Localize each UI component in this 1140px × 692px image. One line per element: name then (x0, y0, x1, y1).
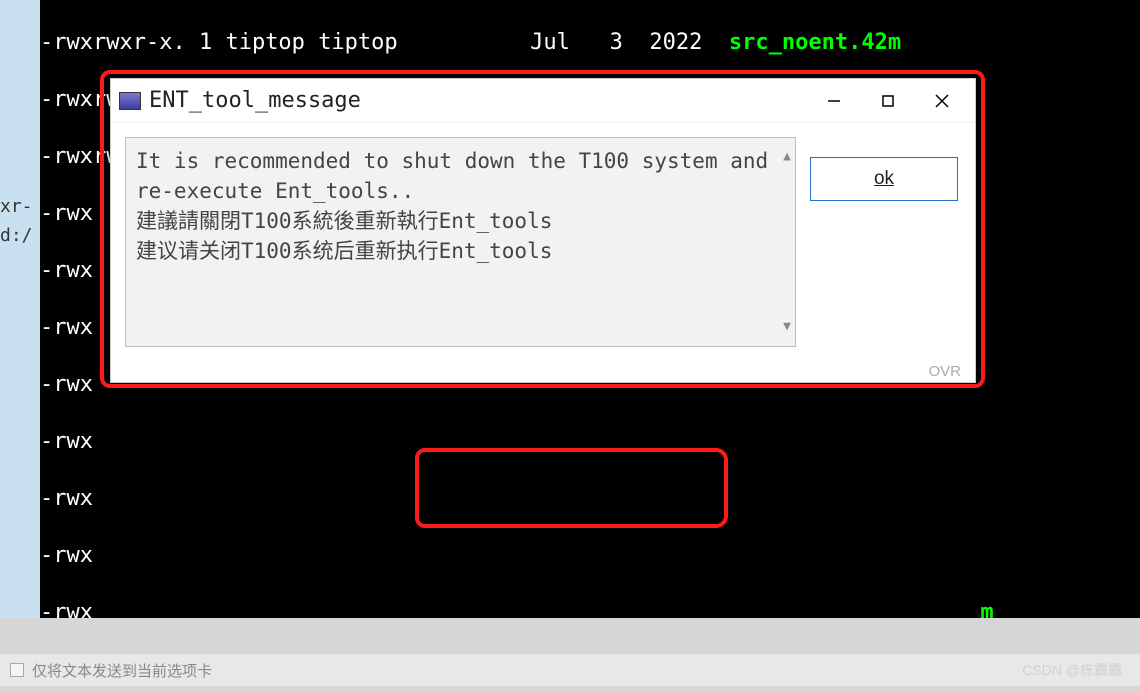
ls-row: -rwx (40, 485, 1140, 514)
send-text-checkbox[interactable] (10, 663, 24, 677)
scroll-up-icon[interactable]: ▲ (783, 142, 791, 172)
button-area: ok (796, 137, 961, 347)
app-icon (119, 92, 141, 110)
watermark: CSDN @栋霸霸 (1022, 660, 1122, 680)
msg-line-1: It is recommended to shut down the T100 … (136, 146, 785, 206)
fragment-a: xr- (0, 196, 33, 217)
scroll-down-icon[interactable]: ▼ (783, 312, 791, 342)
fragment-b: d:/ (0, 225, 33, 246)
ok-button[interactable]: ok (810, 157, 958, 201)
msg-line-2: 建議請關閉T100系統後重新執行Ent_tools (136, 206, 785, 236)
msg-line-3: 建议请关闭T100系统后重新执行Ent_tools (136, 236, 785, 266)
ls-row: -rwx (40, 428, 1140, 457)
status-ovr: OVR (928, 363, 961, 380)
status-bar: 仅将文本发送到当前选项卡 (0, 654, 1140, 686)
dialog-body: ▲ It is recommended to shut down the T10… (111, 123, 975, 361)
minimize-button[interactable] (809, 85, 859, 117)
ls-row: -rwxrwxr-x. 1 tiptop tiptop Jul 3 2022 s… (40, 29, 1140, 58)
status-bar-label: 仅将文本发送到当前选项卡 (32, 660, 212, 681)
maximize-button[interactable] (863, 85, 913, 117)
sidebar-panel: xr- d:/ (0, 0, 40, 618)
ls-row: -rwx (40, 542, 1140, 571)
ok-button-label: ok (874, 168, 894, 190)
ls-row: -rwx m (40, 599, 1140, 619)
close-button[interactable] (917, 85, 967, 117)
dialog-titlebar[interactable]: ENT_tool_message (111, 79, 975, 123)
message-textarea[interactable]: ▲ It is recommended to shut down the T10… (125, 137, 796, 347)
dialog-title-text: ENT_tool_message (149, 88, 805, 113)
ent-tool-message-dialog: ENT_tool_message ▲ It is recommended to … (110, 78, 976, 383)
